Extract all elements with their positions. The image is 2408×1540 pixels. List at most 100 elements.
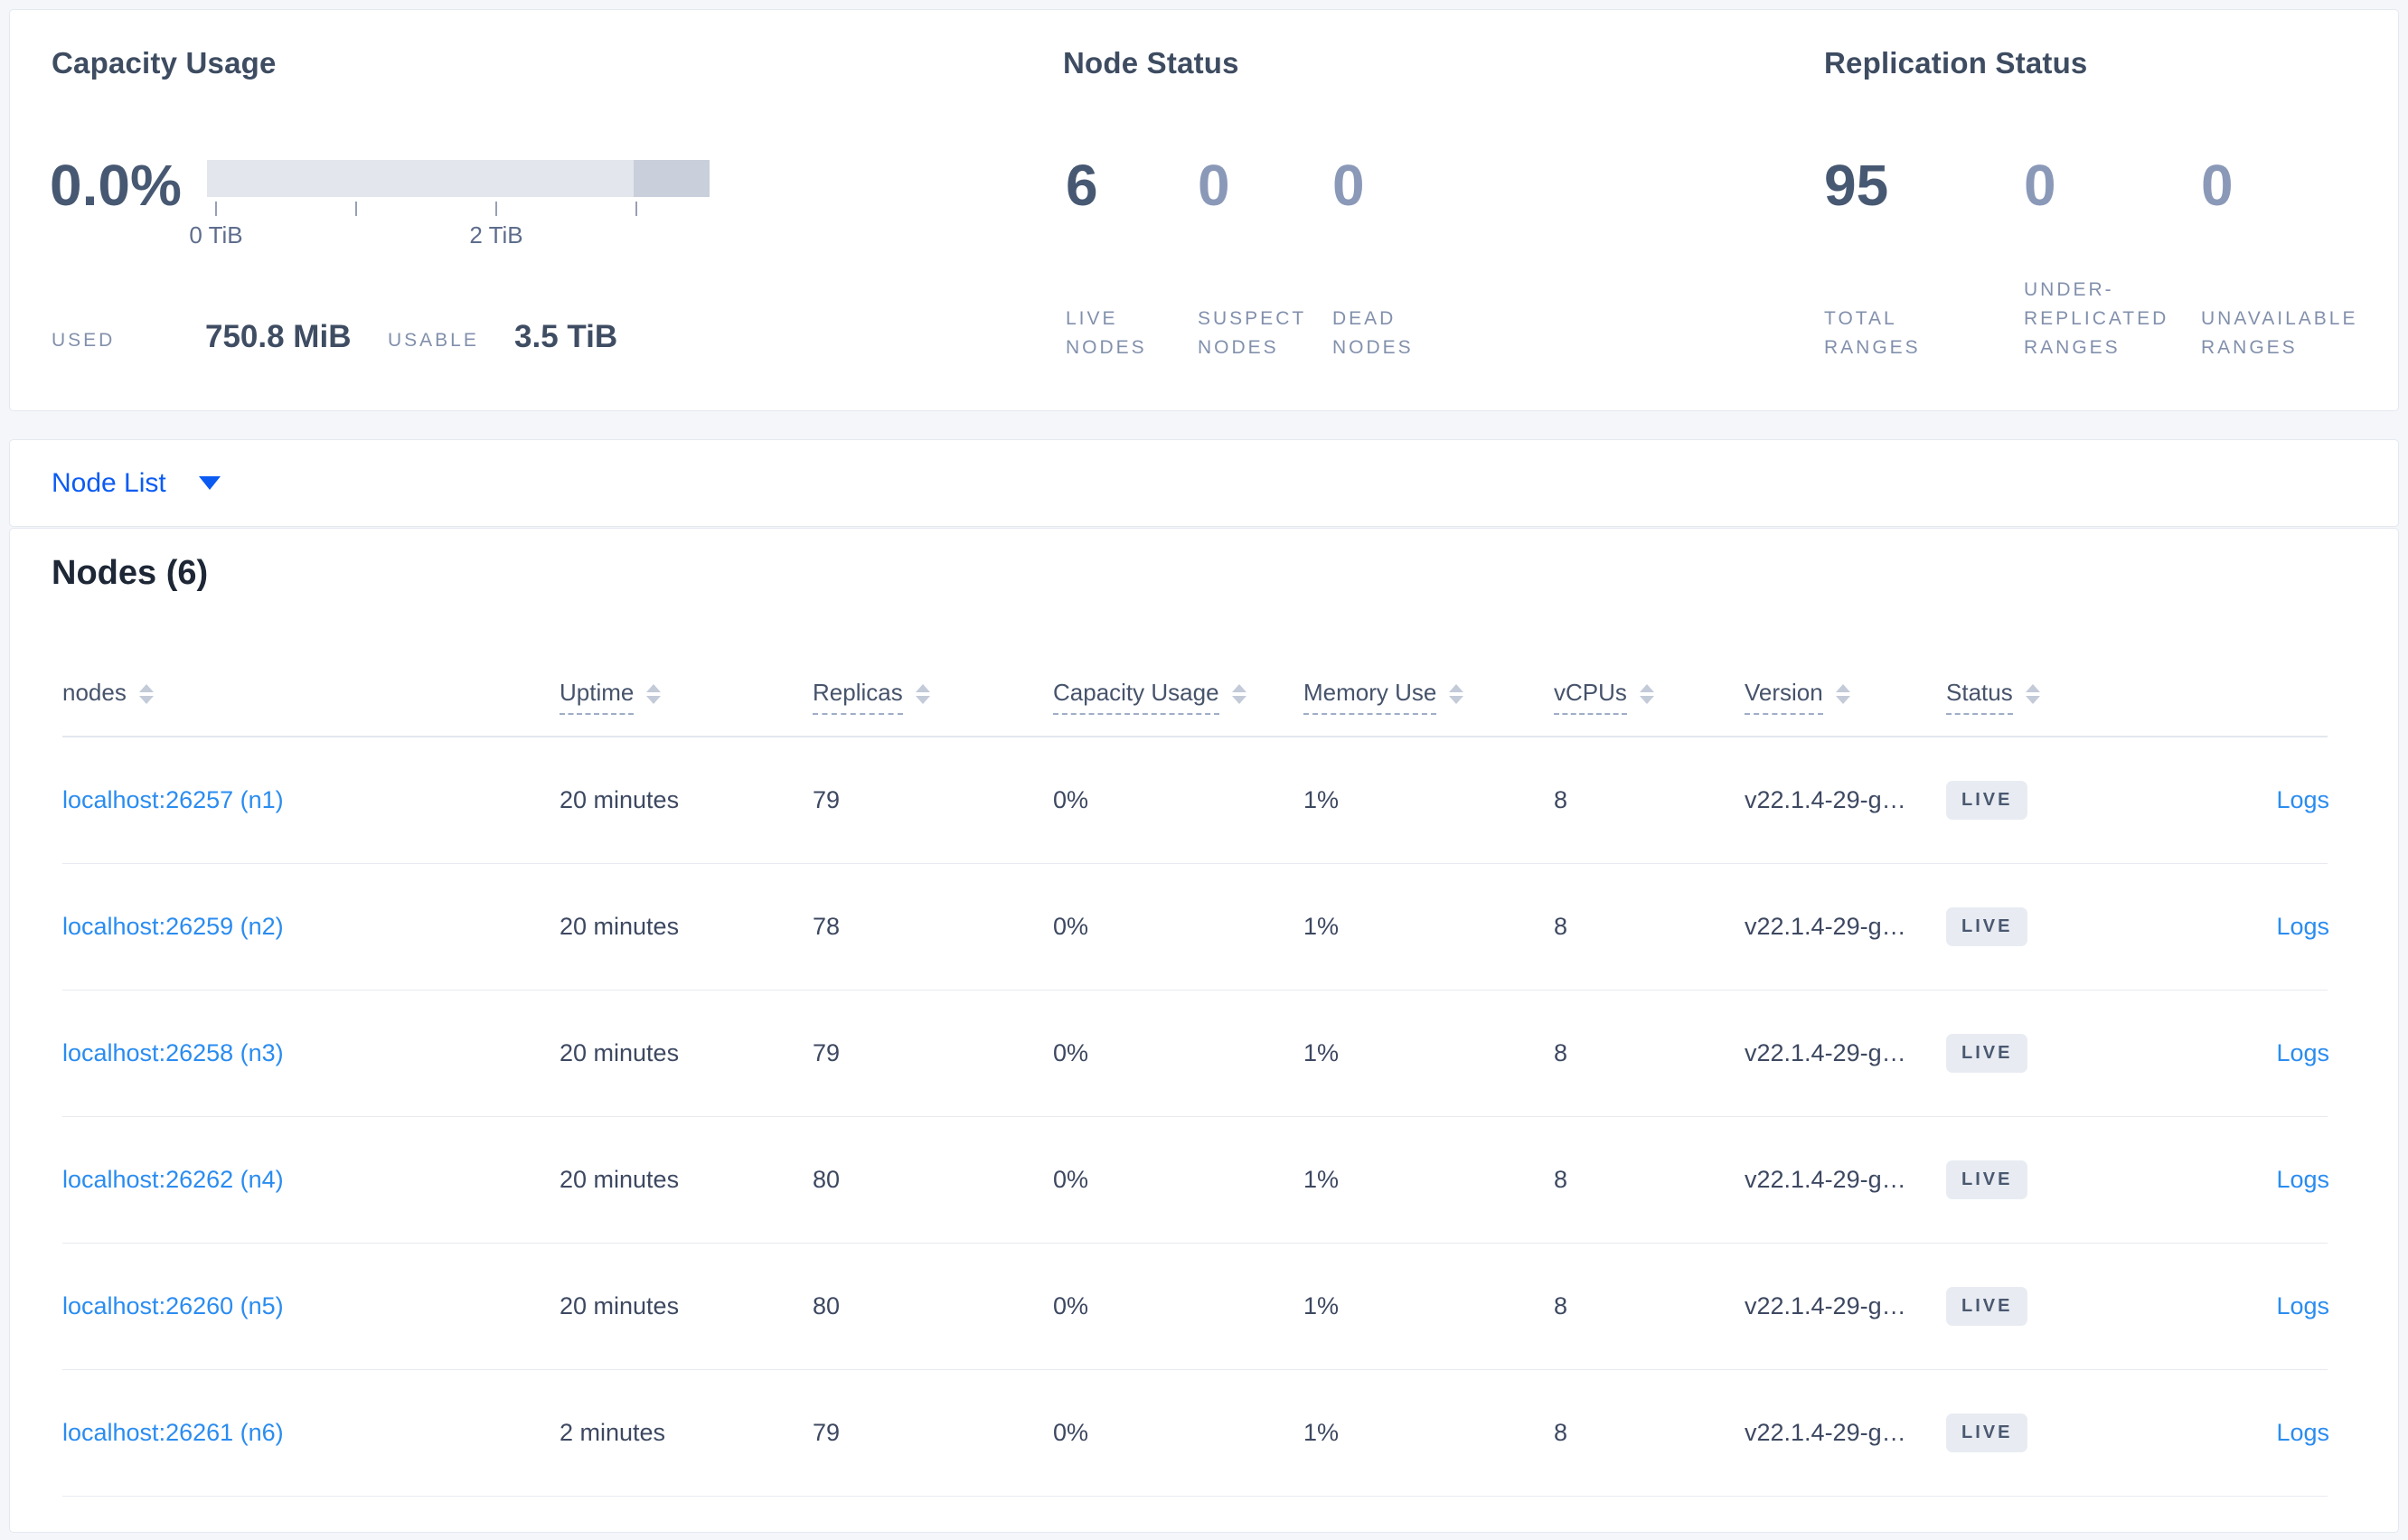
axis-tick — [495, 202, 497, 216]
column-header-replicas[interactable]: Replicas — [813, 679, 1053, 736]
memory-cell: 1% — [1303, 1039, 1340, 1066]
suspect-nodes-label: SUSPECT NODES — [1198, 308, 1306, 358]
node-link[interactable]: localhost:26259 (n2) — [62, 913, 284, 940]
logs-link[interactable]: Logs — [2276, 913, 2329, 940]
usable-label: USABLE — [388, 330, 479, 351]
column-header-nodes[interactable]: nodes — [62, 679, 560, 736]
total-ranges-count: 95 — [1824, 153, 1889, 218]
logs-link[interactable]: Logs — [2276, 1166, 2329, 1193]
unavailable-ranges-label: UNAVAILABLE RANGES — [2201, 308, 2358, 358]
sort-icon — [1639, 684, 1654, 704]
uptime-cell: 2 minutes — [560, 1419, 666, 1446]
sort-icon — [1231, 684, 1246, 704]
dead-nodes-count: 0 — [1332, 153, 1365, 218]
column-header-status[interactable]: Status — [1946, 679, 2163, 736]
node-list-dropdown-label: Node List — [52, 467, 166, 498]
node-link[interactable]: localhost:26261 (n6) — [62, 1419, 284, 1446]
logs-link[interactable]: Logs — [2276, 786, 2329, 813]
vcpus-cell: 8 — [1554, 1039, 1568, 1066]
live-nodes-count: 6 — [1066, 153, 1098, 218]
capacity-cell: 0% — [1053, 1292, 1089, 1319]
table-row: localhost:26259 (n2) 20 minutes 78 0% 1%… — [62, 864, 2329, 991]
column-header-capacity-usage[interactable]: Capacity Usage — [1053, 679, 1303, 736]
axis-tick-label: 0 TiB — [189, 221, 243, 249]
node-list-selector-bar: Node List — [9, 439, 2399, 527]
column-header-logs — [2163, 679, 2329, 736]
replicas-cell: 80 — [813, 1166, 841, 1193]
version-cell: v22.1.4-29-g… — [1745, 913, 1906, 940]
status-badge: LIVE — [1946, 1287, 2028, 1326]
table-row: localhost:26257 (n1) 20 minutes 79 0% 1%… — [62, 737, 2329, 864]
replication-status-title: Replication Status — [1824, 46, 2088, 80]
column-header-uptime[interactable]: Uptime — [560, 679, 813, 736]
nodes-table: nodes Uptime Replicas Capacity Usage Mem… — [62, 679, 2329, 1497]
capacity-bar-reserved-segment — [634, 160, 710, 197]
node-link[interactable]: localhost:26258 (n3) — [62, 1039, 284, 1066]
vcpus-cell: 8 — [1554, 1292, 1568, 1319]
memory-cell: 1% — [1303, 1292, 1340, 1319]
logs-link[interactable]: Logs — [2276, 1419, 2329, 1446]
axis-tick — [215, 202, 217, 216]
sort-icon — [138, 684, 154, 704]
replicas-cell: 80 — [813, 1292, 841, 1319]
replicas-cell: 79 — [813, 786, 841, 813]
table-row: localhost:26262 (n4) 20 minutes 80 0% 1%… — [62, 1117, 2329, 1244]
column-header-version[interactable]: Version — [1745, 679, 1946, 736]
dead-nodes-label: DEAD NODES — [1332, 308, 1414, 358]
unavailable-ranges-count: 0 — [2201, 153, 2234, 218]
vcpus-cell: 8 — [1554, 1419, 1568, 1446]
uptime-cell: 20 minutes — [560, 786, 680, 813]
status-badge: LIVE — [1946, 781, 2028, 820]
capacity-used-percent: 0.0% — [50, 153, 182, 218]
node-link[interactable]: localhost:26262 (n4) — [62, 1166, 284, 1193]
uptime-cell: 20 minutes — [560, 1292, 680, 1319]
column-header-memory-use[interactable]: Memory Use — [1303, 679, 1554, 736]
column-header-vcpus[interactable]: vCPUs — [1554, 679, 1745, 736]
under-replicated-ranges-count: 0 — [2024, 153, 2056, 218]
vcpus-cell: 8 — [1554, 786, 1568, 813]
version-cell: v22.1.4-29-g… — [1745, 1292, 1906, 1319]
node-status-title: Node Status — [1063, 46, 1239, 80]
nodes-heading: Nodes (6) — [52, 554, 209, 592]
caret-down-icon — [198, 476, 221, 490]
capacity-usage-bar — [207, 160, 710, 197]
memory-cell: 1% — [1303, 913, 1340, 940]
sort-icon — [2025, 684, 2040, 704]
status-badge: LIVE — [1946, 1160, 2028, 1199]
under-replicated-ranges-label: UNDER-REPLICATED RANGES — [2024, 279, 2169, 358]
node-list-dropdown[interactable]: Node List — [52, 440, 221, 526]
used-value: 750.8 MiB — [205, 319, 352, 354]
memory-cell: 1% — [1303, 1166, 1340, 1193]
axis-tick — [635, 202, 637, 216]
memory-cell: 1% — [1303, 786, 1340, 813]
node-link[interactable]: localhost:26257 (n1) — [62, 786, 284, 813]
status-badge: LIVE — [1946, 907, 2028, 946]
capacity-cell: 0% — [1053, 786, 1089, 813]
vcpus-cell: 8 — [1554, 913, 1568, 940]
live-nodes-label: LIVE NODES — [1066, 308, 1147, 358]
table-row: localhost:26258 (n3) 20 minutes 79 0% 1%… — [62, 991, 2329, 1117]
sort-icon — [1449, 684, 1464, 704]
capacity-cell: 0% — [1053, 913, 1089, 940]
suspect-nodes-count: 0 — [1198, 153, 1230, 218]
capacity-usage-title: Capacity Usage — [52, 46, 277, 80]
vcpus-cell: 8 — [1554, 1166, 1568, 1193]
replicas-cell: 79 — [813, 1419, 841, 1446]
table-header-row: nodes Uptime Replicas Capacity Usage Mem… — [62, 679, 2328, 737]
version-cell: v22.1.4-29-g… — [1745, 1166, 1906, 1193]
status-badge: LIVE — [1946, 1413, 2028, 1452]
logs-link[interactable]: Logs — [2276, 1039, 2329, 1066]
memory-cell: 1% — [1303, 1419, 1340, 1446]
capacity-cell: 0% — [1053, 1039, 1089, 1066]
table-row: localhost:26260 (n5) 20 minutes 80 0% 1%… — [62, 1244, 2329, 1370]
sort-icon — [915, 684, 930, 704]
logs-link[interactable]: Logs — [2276, 1292, 2329, 1319]
replicas-cell: 78 — [813, 913, 841, 940]
axis-tick — [355, 202, 357, 216]
axis-tick-label: 2 TiB — [469, 221, 523, 249]
table-row: localhost:26261 (n6) 2 minutes 79 0% 1% … — [62, 1370, 2329, 1497]
replicas-cell: 79 — [813, 1039, 841, 1066]
node-link[interactable]: localhost:26260 (n5) — [62, 1292, 284, 1319]
version-cell: v22.1.4-29-g… — [1745, 1419, 1906, 1446]
nodes-panel: Nodes (6) nodes Uptime Replicas Capacity… — [9, 528, 2399, 1533]
